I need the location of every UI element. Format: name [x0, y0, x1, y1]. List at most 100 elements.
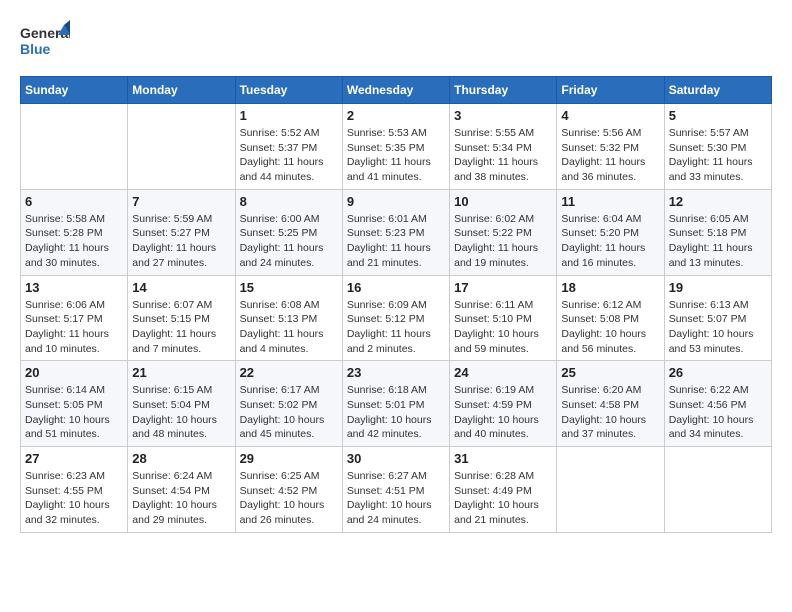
day-info: Sunrise: 6:17 AMSunset: 5:02 PMDaylight:…	[240, 383, 338, 442]
day-info: Sunrise: 6:06 AMSunset: 5:17 PMDaylight:…	[25, 298, 123, 357]
calendar-cell: 19 Sunrise: 6:13 AMSunset: 5:07 PMDayligh…	[664, 275, 771, 361]
logo-icon: General Blue	[20, 20, 70, 60]
day-info: Sunrise: 6:01 AMSunset: 5:23 PMDaylight:…	[347, 212, 445, 271]
calendar-table: SundayMondayTuesdayWednesdayThursdayFrid…	[20, 76, 772, 533]
calendar-week-row: 6 Sunrise: 5:58 AMSunset: 5:28 PMDaylight…	[21, 189, 772, 275]
logo: General Blue	[20, 20, 74, 60]
calendar-week-row: 13 Sunrise: 6:06 AMSunset: 5:17 PMDayligh…	[21, 275, 772, 361]
day-info: Sunrise: 6:25 AMSunset: 4:52 PMDaylight:…	[240, 469, 338, 528]
calendar-cell: 17Sunrise: 6:11 AMSunset: 5:10 PMDayligh…	[450, 275, 557, 361]
day-info: Sunrise: 6:14 AMSunset: 5:05 PMDaylight:…	[25, 383, 123, 442]
day-info: Sunrise: 5:52 AMSunset: 5:37 PMDaylight:…	[240, 126, 338, 185]
calendar-cell: 27 Sunrise: 6:23 AMSunset: 4:55 PMDayligh…	[21, 447, 128, 533]
day-info: Sunrise: 6:18 AMSunset: 5:01 PMDaylight:…	[347, 383, 445, 442]
day-info: Sunrise: 6:08 AMSunset: 5:13 PMDaylight:…	[240, 298, 338, 357]
calendar-cell: 8Sunrise: 6:00 AMSunset: 5:25 PMDaylight…	[235, 189, 342, 275]
day-info: Sunrise: 6:09 AMSunset: 5:12 PMDaylight:…	[347, 298, 445, 357]
calendar-cell: 4Sunrise: 5:56 AMSunset: 5:32 PMDaylight…	[557, 104, 664, 190]
day-info: Sunrise: 6:07 AMSunset: 5:15 PMDaylight:…	[132, 298, 230, 357]
calendar-cell	[21, 104, 128, 190]
day-number: 6	[25, 194, 123, 209]
day-number: 24	[454, 365, 552, 380]
calendar-cell: 26 Sunrise: 6:22 AMSunset: 4:56 PMDayligh…	[664, 361, 771, 447]
day-number: 12	[669, 194, 767, 209]
day-number: 14	[132, 280, 230, 295]
calendar-cell: 30 Sunrise: 6:27 AMSunset: 4:51 PMDayligh…	[342, 447, 449, 533]
day-of-week-header: Tuesday	[235, 77, 342, 104]
day-info: Sunrise: 6:23 AMSunset: 4:55 PMDaylight:…	[25, 469, 123, 528]
calendar-cell: 21 Sunrise: 6:15 AMSunset: 5:04 PMDayligh…	[128, 361, 235, 447]
calendar-week-row: 20 Sunrise: 6:14 AMSunset: 5:05 PMDayligh…	[21, 361, 772, 447]
day-number: 19	[669, 280, 767, 295]
day-info: Sunrise: 6:28 AMSunset: 4:49 PMDaylight:…	[454, 469, 552, 528]
day-number: 13	[25, 280, 123, 295]
svg-text:Blue: Blue	[20, 41, 51, 57]
day-number: 18	[561, 280, 659, 295]
calendar-cell: 14 Sunrise: 6:07 AMSunset: 5:15 PMDayligh…	[128, 275, 235, 361]
day-info: Sunrise: 5:57 AMSunset: 5:30 PMDaylight:…	[669, 126, 767, 185]
calendar-cell: 23Sunrise: 6:18 AMSunset: 5:01 PMDayligh…	[342, 361, 449, 447]
calendar-cell: 28Sunrise: 6:24 AMSunset: 4:54 PMDayligh…	[128, 447, 235, 533]
day-info: Sunrise: 6:27 AMSunset: 4:51 PMDaylight:…	[347, 469, 445, 528]
calendar-cell: 7 Sunrise: 5:59 AMSunset: 5:27 PMDaylight…	[128, 189, 235, 275]
day-of-week-header: Thursday	[450, 77, 557, 104]
calendar-cell: 2 Sunrise: 5:53 AMSunset: 5:35 PMDaylight…	[342, 104, 449, 190]
day-info: Sunrise: 5:53 AMSunset: 5:35 PMDaylight:…	[347, 126, 445, 185]
day-info: Sunrise: 5:55 AMSunset: 5:34 PMDaylight:…	[454, 126, 552, 185]
calendar-cell: 1 Sunrise: 5:52 AMSunset: 5:37 PMDaylight…	[235, 104, 342, 190]
calendar-cell: 20 Sunrise: 6:14 AMSunset: 5:05 PMDayligh…	[21, 361, 128, 447]
calendar-cell: 24 Sunrise: 6:19 AMSunset: 4:59 PMDayligh…	[450, 361, 557, 447]
day-of-week-header: Monday	[128, 77, 235, 104]
day-number: 4	[561, 108, 659, 123]
day-of-week-header: Wednesday	[342, 77, 449, 104]
calendar-cell: 11 Sunrise: 6:04 AMSunset: 5:20 PMDayligh…	[557, 189, 664, 275]
calendar-cell: 16 Sunrise: 6:09 AMSunset: 5:12 PMDayligh…	[342, 275, 449, 361]
day-of-week-header: Friday	[557, 77, 664, 104]
day-info: Sunrise: 6:19 AMSunset: 4:59 PMDaylight:…	[454, 383, 552, 442]
day-number: 11	[561, 194, 659, 209]
day-number: 1	[240, 108, 338, 123]
day-number: 30	[347, 451, 445, 466]
day-info: Sunrise: 5:59 AMSunset: 5:27 PMDaylight:…	[132, 212, 230, 271]
calendar-cell	[557, 447, 664, 533]
day-number: 27	[25, 451, 123, 466]
day-info: Sunrise: 6:24 AMSunset: 4:54 PMDaylight:…	[132, 469, 230, 528]
day-number: 10	[454, 194, 552, 209]
day-number: 8	[240, 194, 338, 209]
calendar-cell: 9 Sunrise: 6:01 AMSunset: 5:23 PMDaylight…	[342, 189, 449, 275]
day-info: Sunrise: 6:04 AMSunset: 5:20 PMDaylight:…	[561, 212, 659, 271]
day-number: 7	[132, 194, 230, 209]
calendar-cell: 15 Sunrise: 6:08 AMSunset: 5:13 PMDayligh…	[235, 275, 342, 361]
calendar-cell: 10 Sunrise: 6:02 AMSunset: 5:22 PMDayligh…	[450, 189, 557, 275]
day-number: 9	[347, 194, 445, 209]
day-number: 5	[669, 108, 767, 123]
day-info: Sunrise: 6:20 AMSunset: 4:58 PMDaylight:…	[561, 383, 659, 442]
day-number: 16	[347, 280, 445, 295]
day-number: 17	[454, 280, 552, 295]
calendar-cell: 25 Sunrise: 6:20 AMSunset: 4:58 PMDayligh…	[557, 361, 664, 447]
calendar-header-row: SundayMondayTuesdayWednesdayThursdayFrid…	[21, 77, 772, 104]
day-number: 2	[347, 108, 445, 123]
calendar-cell: 18 Sunrise: 6:12 AMSunset: 5:08 PMDayligh…	[557, 275, 664, 361]
calendar-cell: 13 Sunrise: 6:06 AMSunset: 5:17 PMDayligh…	[21, 275, 128, 361]
calendar-cell: 29Sunrise: 6:25 AMSunset: 4:52 PMDayligh…	[235, 447, 342, 533]
day-info: Sunrise: 6:12 AMSunset: 5:08 PMDaylight:…	[561, 298, 659, 357]
calendar-cell: 22Sunrise: 6:17 AMSunset: 5:02 PMDayligh…	[235, 361, 342, 447]
day-number: 15	[240, 280, 338, 295]
calendar-cell: 3Sunrise: 5:55 AMSunset: 5:34 PMDaylight…	[450, 104, 557, 190]
day-info: Sunrise: 6:22 AMSunset: 4:56 PMDaylight:…	[669, 383, 767, 442]
calendar-week-row: 27 Sunrise: 6:23 AMSunset: 4:55 PMDayligh…	[21, 447, 772, 533]
day-number: 25	[561, 365, 659, 380]
day-info: Sunrise: 5:58 AMSunset: 5:28 PMDaylight:…	[25, 212, 123, 271]
day-number: 26	[669, 365, 767, 380]
day-info: Sunrise: 6:05 AMSunset: 5:18 PMDaylight:…	[669, 212, 767, 271]
day-info: Sunrise: 6:13 AMSunset: 5:07 PMDaylight:…	[669, 298, 767, 357]
calendar-cell	[128, 104, 235, 190]
day-number: 21	[132, 365, 230, 380]
day-number: 31	[454, 451, 552, 466]
calendar-cell: 6 Sunrise: 5:58 AMSunset: 5:28 PMDaylight…	[21, 189, 128, 275]
day-info: Sunrise: 6:02 AMSunset: 5:22 PMDaylight:…	[454, 212, 552, 271]
day-number: 20	[25, 365, 123, 380]
page-header: General Blue	[20, 20, 772, 60]
day-info: Sunrise: 6:15 AMSunset: 5:04 PMDaylight:…	[132, 383, 230, 442]
